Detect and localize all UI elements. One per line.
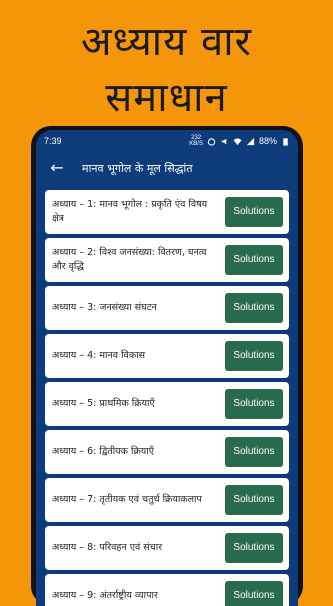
chapter-title: अध्याय – 9: अंतर्राष्ट्रीय व्यापार bbox=[52, 590, 158, 601]
signal-icon bbox=[246, 137, 255, 145]
chapter-title: अध्याय – 5: प्राथमिक क्रियाएँ bbox=[52, 398, 155, 409]
chapter-title: अध्याय – 2: विश्व जनसंख्या: वितरण, घनत्व… bbox=[52, 247, 207, 272]
solutions-button[interactable]: Solutions bbox=[225, 581, 283, 606]
list-item[interactable]: अध्याय – 8: परिवहन एवं संचार Solutions bbox=[45, 526, 289, 570]
promo-title-line1: अध्याय वार bbox=[80, 19, 253, 65]
solutions-button[interactable]: Solutions bbox=[225, 485, 283, 515]
page-title: मानव भूगोल के मूल सिद्धांत bbox=[82, 162, 193, 175]
app-bar: ← मानव भूगोल के मूल सिद्धांत bbox=[36, 152, 298, 186]
status-time: 7:39 bbox=[44, 136, 62, 146]
solutions-button[interactable]: Solutions bbox=[225, 389, 283, 419]
solutions-button[interactable]: Solutions bbox=[225, 533, 283, 563]
list-item[interactable]: अध्याय – 4: मानव विकास Solutions bbox=[45, 334, 289, 378]
chapter-title: अध्याय – 4: मानव विकास bbox=[52, 350, 146, 361]
list-item[interactable]: अध्याय – 3: जनसंख्या संघटन Solutions bbox=[45, 286, 289, 330]
solutions-button[interactable]: Solutions bbox=[225, 437, 283, 467]
promo-title-line2: समाधान bbox=[105, 75, 228, 121]
solutions-button[interactable]: Solutions bbox=[225, 341, 283, 371]
battery-percent: 88% bbox=[258, 136, 277, 146]
network-speed: 232 KB/S bbox=[189, 135, 203, 147]
status-icons: 232 KB/S 88% bbox=[189, 135, 290, 147]
chapter-title: अध्याय – 8: परिवहन एवं संचार bbox=[52, 542, 163, 553]
list-item[interactable]: अध्याय – 2: विश्व जनसंख्या: वितरण, घनत्व… bbox=[45, 238, 289, 282]
chapter-title: अध्याय – 6: द्वितीयक क्रियाएँ bbox=[52, 446, 154, 457]
list-item[interactable]: अध्याय – 6: द्वितीयक क्रियाएँ Solutions bbox=[45, 430, 289, 474]
mute-icon bbox=[221, 138, 227, 144]
app-screen: 7:39 232 KB/S 88% ← मानव भूगोल के मूल सि… bbox=[36, 130, 298, 606]
chapter-title: अध्याय – 3: जनसंख्या संघटन bbox=[52, 302, 157, 313]
list-item[interactable]: अध्याय – 7: तृतीयक एवं चतुर्थ क्रियाकलाप… bbox=[45, 478, 289, 522]
list-item[interactable]: अध्याय – 5: प्राथमिक क्रियाएँ Solutions bbox=[45, 382, 289, 426]
list-item[interactable]: अध्याय – 1: मानव भूगोल : प्रकृति एंव विष… bbox=[45, 190, 289, 234]
solutions-button[interactable]: Solutions bbox=[225, 293, 283, 323]
solutions-button[interactable]: Solutions bbox=[225, 245, 283, 275]
chapter-list: अध्याय – 1: मानव भूगोल : प्रकृति एंव विष… bbox=[45, 190, 289, 606]
arrow-back-icon[interactable]: ← bbox=[46, 157, 68, 179]
phone-frame: 7:39 232 KB/S 88% ← मानव भूगोल के मूल सि… bbox=[31, 126, 303, 606]
solutions-button[interactable]: Solutions bbox=[225, 197, 283, 227]
list-item[interactable]: अध्याय – 9: अंतर्राष्ट्रीय व्यापार Soluti… bbox=[45, 574, 289, 606]
chapter-title: अध्याय – 7: तृतीयक एवं चतुर्थ क्रियाकलाप bbox=[52, 494, 202, 505]
status-bar: 7:39 232 KB/S 88% bbox=[36, 130, 298, 152]
chapter-title: अध्याय – 1: मानव भूगोल : प्रकृति एंव विष… bbox=[52, 199, 208, 224]
alarm-icon bbox=[207, 137, 216, 146]
battery-icon bbox=[283, 137, 288, 146]
wifi-icon bbox=[233, 137, 242, 145]
